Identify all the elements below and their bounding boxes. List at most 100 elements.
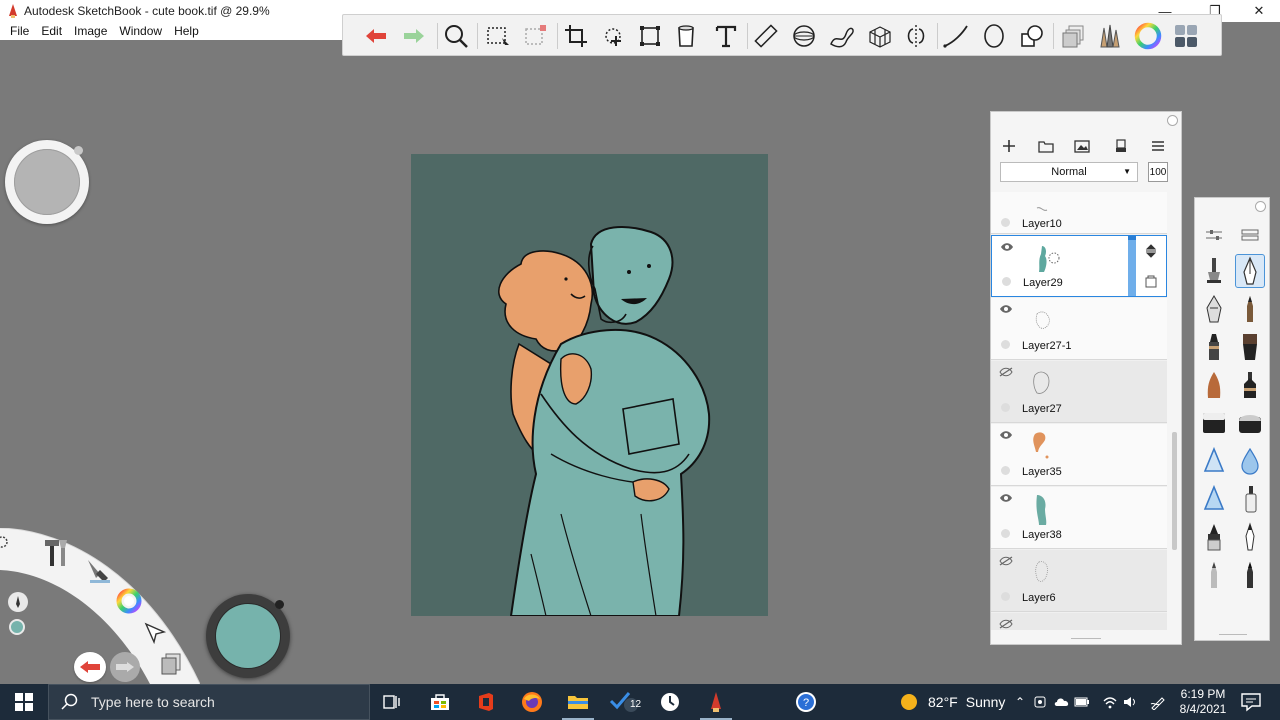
brush-panel-icon[interactable] bbox=[1171, 21, 1201, 51]
brush-blur[interactable] bbox=[1235, 444, 1265, 478]
eye-hidden-icon[interactable] bbox=[999, 367, 1013, 377]
layer-radio[interactable] bbox=[1001, 218, 1010, 227]
layer-row-layer38[interactable]: Layer38 bbox=[991, 487, 1167, 549]
layer-menu-icon[interactable] bbox=[1148, 136, 1168, 156]
eye-icon[interactable] bbox=[1000, 242, 1014, 252]
notification-icon[interactable] bbox=[1240, 692, 1262, 712]
select-arrow-icon[interactable] bbox=[142, 618, 168, 645]
layer-radio[interactable] bbox=[1001, 466, 1010, 475]
drawing-canvas[interactable] bbox=[411, 154, 768, 616]
layer-radio[interactable] bbox=[1002, 277, 1011, 286]
layer-row-layer27-1[interactable]: Layer27-1 bbox=[991, 298, 1167, 360]
chevron-up-icon[interactable]: ⌃ bbox=[1012, 694, 1028, 710]
redo-icon[interactable] bbox=[399, 21, 429, 51]
menu-file[interactable]: File bbox=[4, 24, 35, 38]
crop-icon[interactable] bbox=[561, 21, 591, 51]
brush-ink-bottle[interactable] bbox=[1235, 368, 1265, 402]
battery-icon[interactable] bbox=[1074, 694, 1090, 710]
fill-icon[interactable] bbox=[671, 21, 701, 51]
weather-widget[interactable]: 82°F Sunny bbox=[900, 684, 1005, 720]
brush-hard-pencil[interactable] bbox=[1199, 558, 1229, 592]
brush-felt-pen[interactable] bbox=[1199, 520, 1229, 554]
volume-icon[interactable] bbox=[1122, 694, 1138, 710]
brush-sharpen[interactable] bbox=[1199, 482, 1229, 516]
move-layer-icon[interactable] bbox=[1144, 244, 1158, 258]
layer-radio[interactable] bbox=[1001, 529, 1010, 538]
layer-opacity-field[interactable]: 100 bbox=[1148, 162, 1168, 182]
close-button[interactable]: ✕ bbox=[1236, 0, 1280, 22]
lasso-select-icon[interactable] bbox=[521, 21, 551, 51]
layer-row-layer10[interactable]: Layer10 bbox=[991, 192, 1167, 234]
brush-technical-pen[interactable] bbox=[1199, 292, 1229, 326]
eye-hidden-icon[interactable] bbox=[999, 619, 1013, 629]
layer-opacity-slider[interactable] bbox=[1128, 236, 1136, 296]
transform-icon[interactable] bbox=[599, 21, 629, 51]
layer-editor-icon[interactable] bbox=[1059, 21, 1089, 51]
tools-icon[interactable] bbox=[42, 536, 72, 568]
current-color-indicator[interactable] bbox=[9, 619, 25, 635]
task-view-icon[interactable] bbox=[372, 687, 412, 717]
ellipse-icon[interactable] bbox=[979, 21, 1009, 51]
color-puck[interactable] bbox=[206, 594, 290, 678]
eye-icon[interactable] bbox=[999, 304, 1013, 314]
eye-hidden-icon[interactable] bbox=[999, 556, 1013, 566]
brush-pencil[interactable] bbox=[1199, 254, 1229, 288]
mail-icon[interactable]: 12 bbox=[604, 687, 644, 717]
layers-close-button[interactable] bbox=[1167, 115, 1178, 126]
color-wheel-icon[interactable] bbox=[1133, 21, 1163, 51]
brush-ballpoint[interactable] bbox=[1235, 520, 1265, 554]
brush-paint-brush[interactable] bbox=[1235, 330, 1265, 364]
brush-inking-pen[interactable] bbox=[1235, 254, 1265, 288]
layer-row-layer35[interactable]: Layer35 bbox=[991, 424, 1167, 486]
undo-icon[interactable] bbox=[361, 21, 391, 51]
zoom-icon[interactable] bbox=[441, 21, 471, 51]
brush-eraser-hard[interactable] bbox=[1199, 406, 1229, 440]
brush-chisel-marker[interactable] bbox=[1235, 482, 1265, 516]
color-wheel-icon[interactable] bbox=[114, 586, 144, 616]
layer-row-layer6[interactable]: Layer6 bbox=[991, 550, 1167, 612]
menu-help[interactable]: Help bbox=[168, 24, 205, 38]
layer-row-layer27[interactable]: Layer27 bbox=[991, 361, 1167, 423]
text-icon[interactable] bbox=[711, 21, 741, 51]
eye-icon[interactable] bbox=[999, 493, 1013, 503]
menu-image[interactable]: Image bbox=[68, 24, 113, 38]
panel-resize-grip[interactable] bbox=[1219, 634, 1247, 635]
firefox-icon[interactable] bbox=[512, 687, 552, 717]
symmetry-icon[interactable] bbox=[901, 21, 931, 51]
layer-row-partial[interactable] bbox=[991, 613, 1167, 630]
add-group-icon[interactable] bbox=[1036, 136, 1056, 156]
add-image-icon[interactable] bbox=[1072, 136, 1092, 156]
onedrive-icon[interactable] bbox=[1054, 694, 1070, 710]
brush-size-puck[interactable] bbox=[5, 140, 89, 224]
pen-workspace-icon[interactable] bbox=[1150, 694, 1166, 710]
clock-app-icon[interactable] bbox=[650, 687, 690, 717]
start-button[interactable] bbox=[0, 684, 48, 720]
ruler-icon[interactable] bbox=[751, 21, 781, 51]
layers-icon[interactable] bbox=[158, 650, 184, 676]
eye-icon[interactable] bbox=[999, 430, 1013, 440]
perspective-icon[interactable] bbox=[865, 21, 895, 51]
lagoon-undo-icon[interactable] bbox=[74, 652, 106, 682]
store-icon[interactable] bbox=[420, 687, 460, 717]
stroke-icon[interactable] bbox=[941, 21, 971, 51]
layer-radio[interactable] bbox=[1001, 403, 1010, 412]
brush-type-indicator[interactable] bbox=[8, 592, 28, 612]
rect-select-icon[interactable] bbox=[483, 21, 513, 51]
brush-eraser-soft[interactable] bbox=[1235, 406, 1265, 440]
french-curve-icon[interactable] bbox=[827, 21, 857, 51]
meet-now-icon[interactable] bbox=[1032, 694, 1048, 710]
brush-properties-icon[interactable] bbox=[1199, 218, 1229, 252]
layer-radio[interactable] bbox=[1001, 340, 1010, 349]
layer-row-layer29[interactable]: Layer29 bbox=[991, 235, 1167, 297]
brush-library-icon[interactable] bbox=[1235, 218, 1265, 252]
add-layer-icon[interactable] bbox=[999, 136, 1019, 156]
clear-layer-icon[interactable] bbox=[1111, 136, 1131, 156]
brush-smear[interactable] bbox=[1199, 444, 1229, 478]
gear-icon[interactable] bbox=[0, 534, 12, 550]
wifi-icon[interactable] bbox=[1102, 694, 1118, 710]
shape-icon[interactable] bbox=[1017, 21, 1047, 51]
office-icon[interactable] bbox=[466, 687, 506, 717]
panel-resize-grip[interactable] bbox=[1071, 638, 1101, 639]
brush-soft-pencil[interactable] bbox=[1235, 558, 1265, 592]
taskbar-search[interactable]: Type here to search bbox=[48, 684, 370, 720]
